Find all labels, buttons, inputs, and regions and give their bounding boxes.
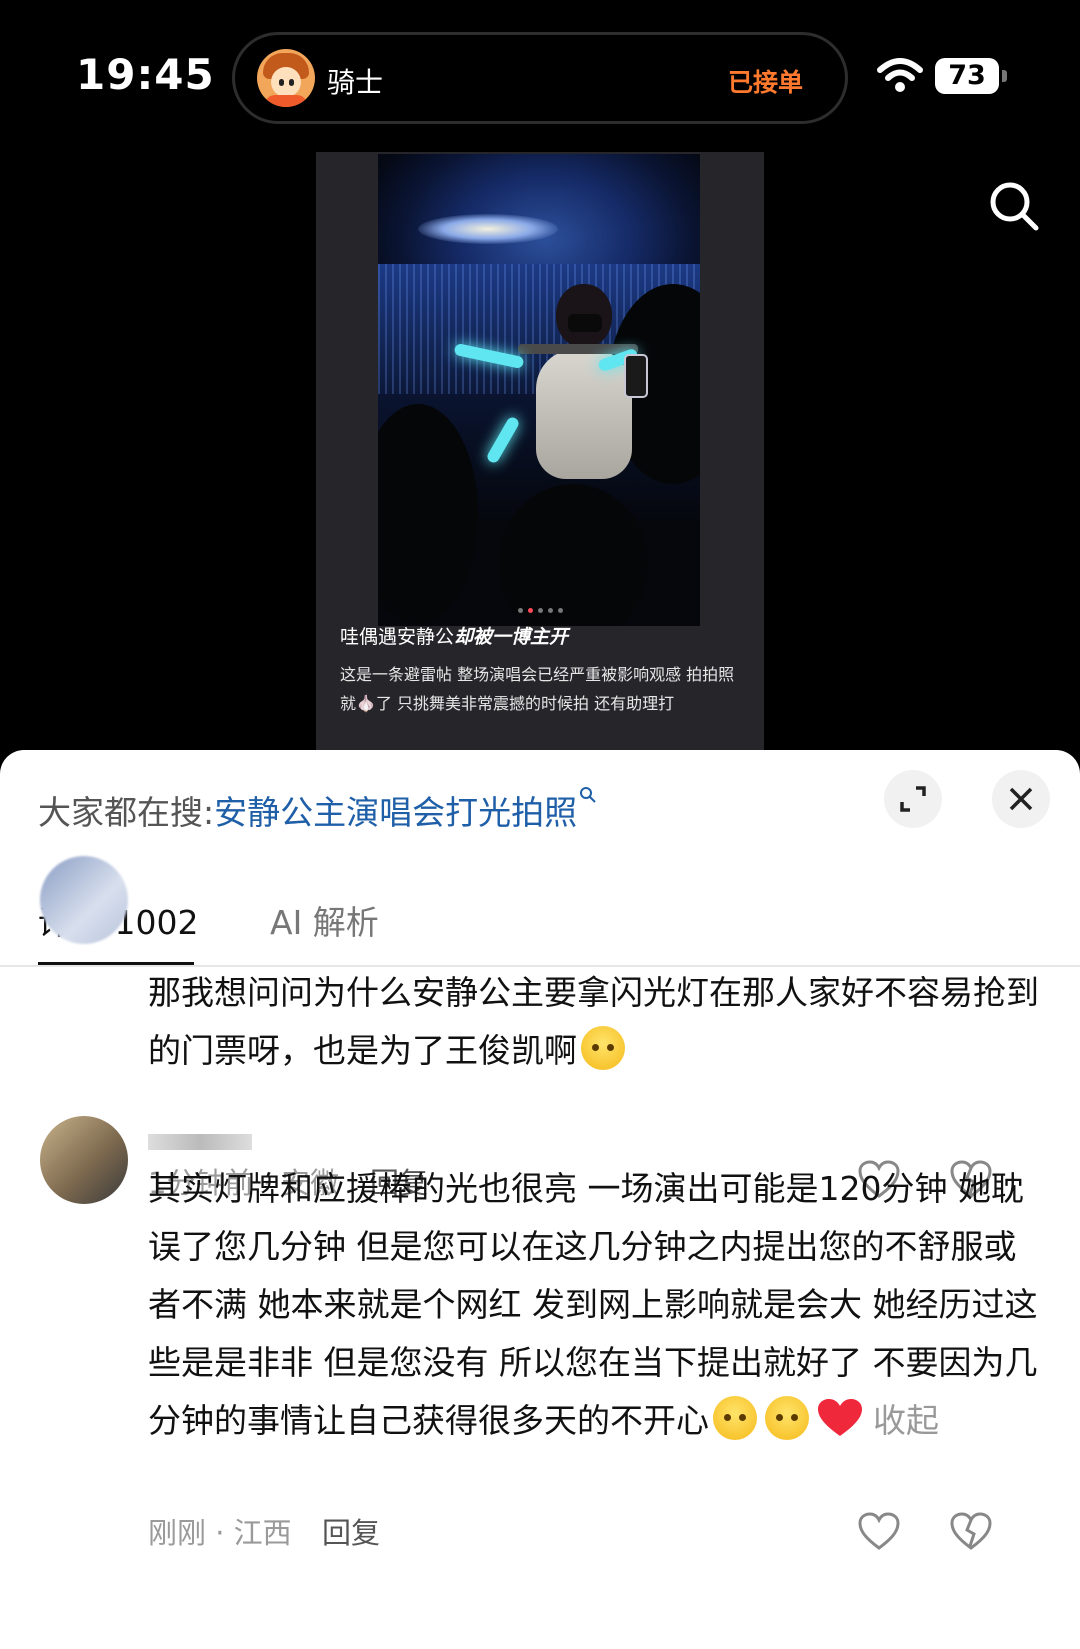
island-order-status: 已接单: [727, 68, 803, 97]
expand-icon: [900, 786, 926, 812]
post-preview-card[interactable]: 哇偶遇安静公却被一博主开 这是一条避雷帖 整场演唱会已经严重被影响观感 拍拍照就…: [316, 152, 764, 750]
trending-search[interactable]: 大家都在搜:安静公主演唱会打光拍照: [38, 786, 597, 834]
status-time: 19:45: [76, 50, 215, 99]
dynamic-island-delivery[interactable]: 骑士 已接单: [232, 32, 848, 124]
island-title: 骑士: [327, 66, 384, 99]
battery-tip: [1002, 70, 1007, 82]
comment-text: 那我想问问为什么安静公主要拿闪光灯在那人家好不容易抢到的门票呀，也是为了王俊凯啊: [148, 973, 1039, 1070]
rider-avatar-icon: [257, 49, 315, 107]
commenter-avatar[interactable]: [40, 1116, 128, 1204]
close-button[interactable]: [992, 770, 1050, 828]
post-title: 哇偶遇安静公却被一博主开: [340, 626, 569, 648]
trending-query-link[interactable]: 安静公主演唱会打光拍照: [214, 793, 577, 832]
wifi-icon: [877, 58, 923, 92]
post-photo[interactable]: [378, 154, 700, 626]
expand-button[interactable]: [884, 770, 942, 828]
post-body: 这是一条避雷帖 整场演唱会已经严重被影响观感 拍拍照就🧄了 只挑舞美非常震撼的时…: [340, 665, 735, 713]
broken-heart-dislike-icon[interactable]: [950, 1512, 992, 1552]
comment-text: 其实灯牌和应援棒的光也很亮 一场演出可能是120分钟 她耽误了您几分钟 但是您可…: [148, 1169, 1038, 1440]
commenter-name-redacted[interactable]: [148, 1134, 252, 1150]
close-icon: [1009, 787, 1033, 811]
comment-meta: 刚刚 · 江西: [148, 1516, 292, 1550]
crying-emoji-icon: [581, 1026, 625, 1070]
heart-like-icon[interactable]: [858, 1512, 900, 1552]
battery-level: 73: [948, 60, 986, 91]
small-search-icon: [580, 787, 596, 803]
red-heart-emoji: [818, 1399, 862, 1436]
status-bar: 19:45 骑士 已接单 73: [0, 0, 1080, 150]
battery-icon: 73: [935, 58, 999, 94]
collapse-link[interactable]: 收起: [873, 1401, 939, 1440]
trending-prefix: 大家都在搜:: [38, 793, 215, 832]
search-icon[interactable]: [986, 178, 1042, 234]
comment-item: 其实灯牌和应援棒的光也很亮 一场演出可能是120分钟 她耽误了您几分钟 但是您可…: [0, 1116, 1080, 1649]
carousel-dots: [515, 608, 565, 618]
pleading-emoji-icon: [713, 1396, 757, 1440]
comment-sheet: 大家都在搜:安静公主演唱会打光拍照 评论 1002 AI 解析 那我想问问为什么…: [0, 750, 1080, 1649]
pleading-emoji-icon: [765, 1396, 809, 1440]
commenter-avatar[interactable]: [40, 856, 128, 944]
reply-button[interactable]: 回复: [322, 1510, 380, 1552]
